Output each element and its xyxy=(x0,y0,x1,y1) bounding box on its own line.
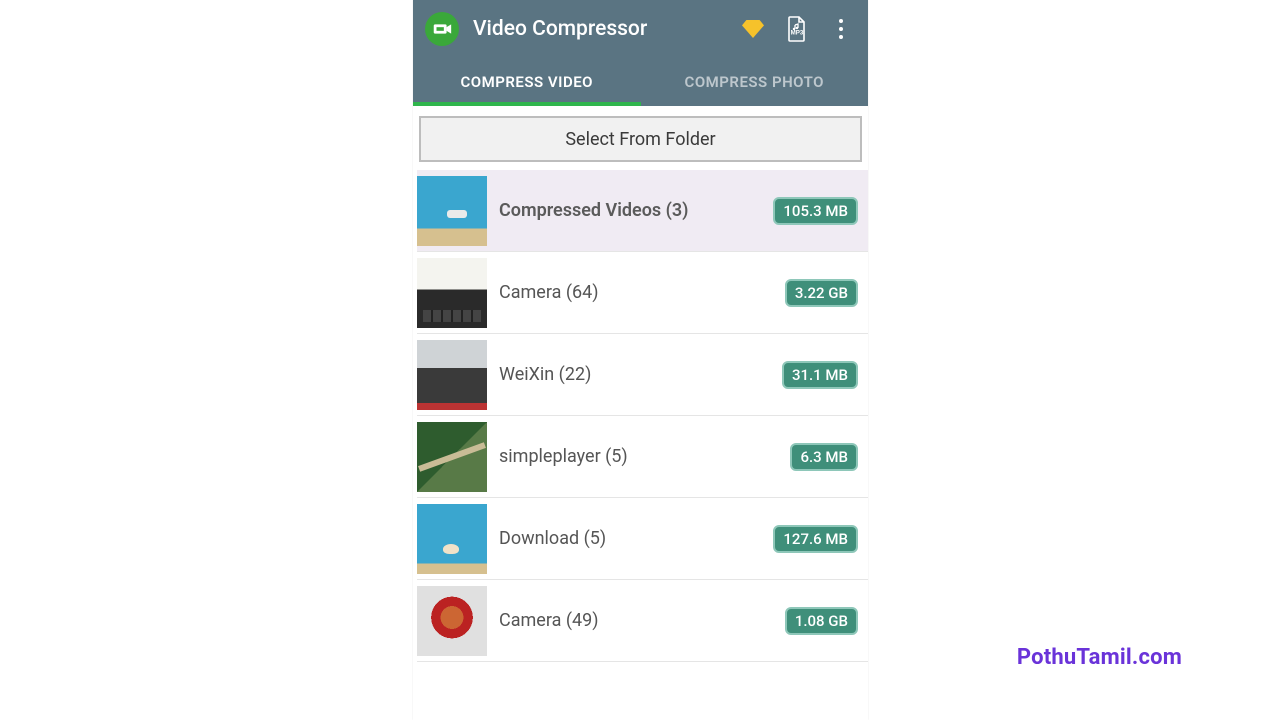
select-from-folder-button[interactable]: Select From Folder xyxy=(419,116,862,162)
overflow-dot-icon xyxy=(839,27,843,31)
app-title: Video Compressor xyxy=(473,17,724,41)
file-mp3-icon: MP3 xyxy=(785,16,809,42)
diamond-icon xyxy=(742,20,764,38)
folder-row[interactable]: simpleplayer (5) 6.3 MB xyxy=(417,416,868,498)
tab-compress-video[interactable]: COMPRESS VIDEO xyxy=(413,58,641,106)
size-chip: 105.3 MB xyxy=(773,197,858,225)
folder-thumbnail xyxy=(417,258,487,328)
tab-bar: COMPRESS VIDEO COMPRESS PHOTO xyxy=(413,58,868,106)
folder-label: Compressed Videos (3) xyxy=(499,200,761,221)
convert-audio-button[interactable]: MP3 xyxy=(782,14,812,44)
folder-row[interactable]: Camera (49) 1.08 GB xyxy=(417,580,868,662)
app-frame: Video Compressor MP3 COMPRESS VIDEO COMP… xyxy=(413,0,868,720)
size-chip: 3.22 GB xyxy=(785,279,858,307)
compressor-badge-icon xyxy=(431,18,453,40)
app-icon xyxy=(425,12,459,46)
svg-text:MP3: MP3 xyxy=(791,30,804,37)
folder-label: Download (5) xyxy=(499,528,761,549)
folder-label: Camera (64) xyxy=(499,282,773,303)
size-chip: 127.6 MB xyxy=(773,525,858,553)
tab-compress-photo[interactable]: COMPRESS PHOTO xyxy=(641,58,869,106)
premium-button[interactable] xyxy=(738,14,768,44)
size-chip: 6.3 MB xyxy=(790,443,858,471)
app-bar: Video Compressor MP3 xyxy=(413,0,868,58)
folder-label: WeiXin (22) xyxy=(499,364,770,385)
overflow-dot-icon xyxy=(839,19,843,23)
content-area: Select From Folder Compressed Videos (3)… xyxy=(413,106,868,720)
size-chip: 1.08 GB xyxy=(785,607,858,635)
folder-thumbnail xyxy=(417,504,487,574)
folder-row[interactable]: Download (5) 127.6 MB xyxy=(417,498,868,580)
folder-thumbnail xyxy=(417,340,487,410)
folder-row[interactable]: WeiXin (22) 31.1 MB xyxy=(417,334,868,416)
folder-thumbnail xyxy=(417,176,487,246)
folder-row[interactable]: Compressed Videos (3) 105.3 MB xyxy=(417,170,868,252)
overflow-menu-button[interactable] xyxy=(826,14,856,44)
folder-label: simpleplayer (5) xyxy=(499,446,778,467)
folder-label: Camera (49) xyxy=(499,610,773,631)
folder-row[interactable]: Camera (64) 3.22 GB xyxy=(417,252,868,334)
folder-list: Compressed Videos (3) 105.3 MB Camera (6… xyxy=(413,170,868,720)
overflow-dot-icon xyxy=(839,35,843,39)
watermark-text: PothuTamil.com xyxy=(1017,645,1182,670)
folder-thumbnail xyxy=(417,586,487,656)
size-chip: 31.1 MB xyxy=(782,361,858,389)
folder-thumbnail xyxy=(417,422,487,492)
